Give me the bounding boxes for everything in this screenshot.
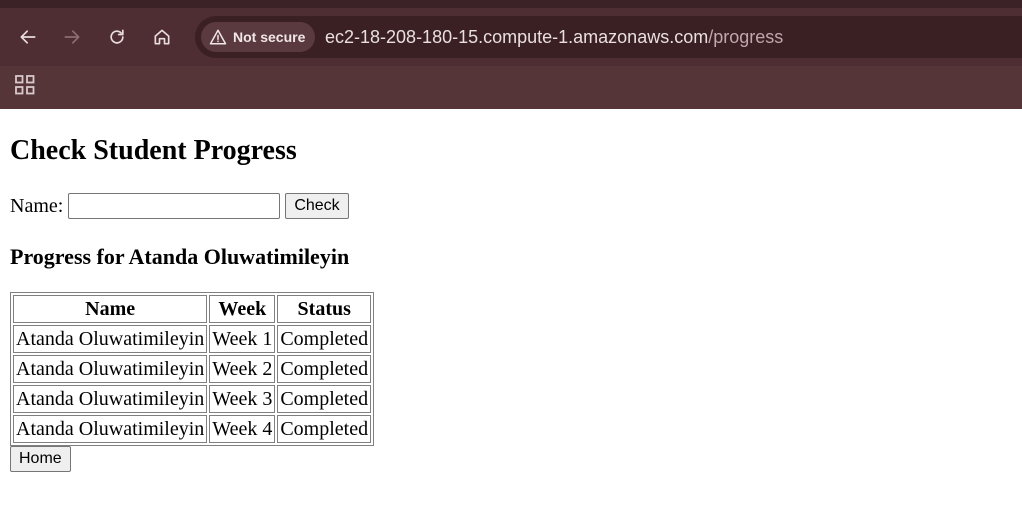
back-button[interactable] xyxy=(12,21,44,53)
name-label: Name: xyxy=(10,194,64,217)
apps-grid-icon xyxy=(15,75,35,95)
results-heading: Progress for Atanda Oluwatimileyin xyxy=(10,244,350,269)
browser-toolbar: Not secure ec2-18-208-180-15.compute-1.a… xyxy=(0,8,1022,66)
cell-name: Atanda Oluwatimileyin xyxy=(13,385,208,413)
table-row: Atanda Oluwatimileyin Week 2 Completed xyxy=(13,355,372,383)
page-content: Check Student Progress Name: Check Progr… xyxy=(0,109,1022,518)
arrow-right-icon xyxy=(64,30,80,44)
forward-button[interactable] xyxy=(56,21,88,53)
cell-week: Week 3 xyxy=(209,385,276,413)
url-path: /progress xyxy=(708,27,784,47)
url-host: ec2-18-208-180-15.compute-1.amazonaws.co… xyxy=(325,27,709,47)
cell-status: Completed xyxy=(277,385,372,413)
tab-strip xyxy=(0,0,1022,8)
cell-status: Completed xyxy=(277,325,372,353)
cell-week: Week 1 xyxy=(209,325,276,353)
home-icon xyxy=(154,29,170,45)
cell-week: Week 2 xyxy=(209,355,276,383)
browser-chrome: Not secure ec2-18-208-180-15.compute-1.a… xyxy=(0,0,1022,109)
progress-table: Name Week Status Atanda Oluwatimileyin W… xyxy=(10,292,375,446)
cell-name: Atanda Oluwatimileyin xyxy=(13,325,208,353)
reload-button[interactable] xyxy=(101,21,133,53)
column-header-name: Name xyxy=(13,295,208,323)
check-button[interactable]: Check xyxy=(285,193,349,219)
name-form: Name: Check xyxy=(10,193,1012,219)
cell-name: Atanda Oluwatimileyin xyxy=(13,355,208,383)
table-header-row: Name Week Status xyxy=(13,295,372,323)
table-row: Atanda Oluwatimileyin Week 4 Completed xyxy=(13,415,372,443)
page-title: Check Student Progress xyxy=(10,135,297,166)
column-header-status: Status xyxy=(277,295,372,323)
cell-name: Atanda Oluwatimileyin xyxy=(13,415,208,443)
column-header-week: Week xyxy=(209,295,276,323)
arrow-left-icon xyxy=(20,30,36,44)
cell-status: Completed xyxy=(277,415,372,443)
cell-week: Week 4 xyxy=(209,415,276,443)
table-row: Atanda Oluwatimileyin Week 1 Completed xyxy=(13,325,372,353)
apps-button[interactable] xyxy=(14,74,36,96)
security-indicator[interactable]: Not secure xyxy=(201,22,316,52)
home-row: Home xyxy=(10,446,1012,472)
name-input[interactable] xyxy=(68,193,281,219)
security-label: Not secure xyxy=(233,29,306,45)
bookmarks-bar xyxy=(0,66,1022,109)
home-browser-button[interactable] xyxy=(146,21,178,53)
cell-status: Completed xyxy=(277,355,372,383)
address-bar[interactable]: Not secure ec2-18-208-180-15.compute-1.a… xyxy=(195,16,1022,58)
url-text[interactable]: ec2-18-208-180-15.compute-1.amazonaws.co… xyxy=(325,16,783,58)
table-row: Atanda Oluwatimileyin Week 3 Completed xyxy=(13,385,372,413)
warning-icon xyxy=(209,29,227,45)
reload-icon xyxy=(110,29,124,44)
home-button[interactable]: Home xyxy=(10,446,71,472)
